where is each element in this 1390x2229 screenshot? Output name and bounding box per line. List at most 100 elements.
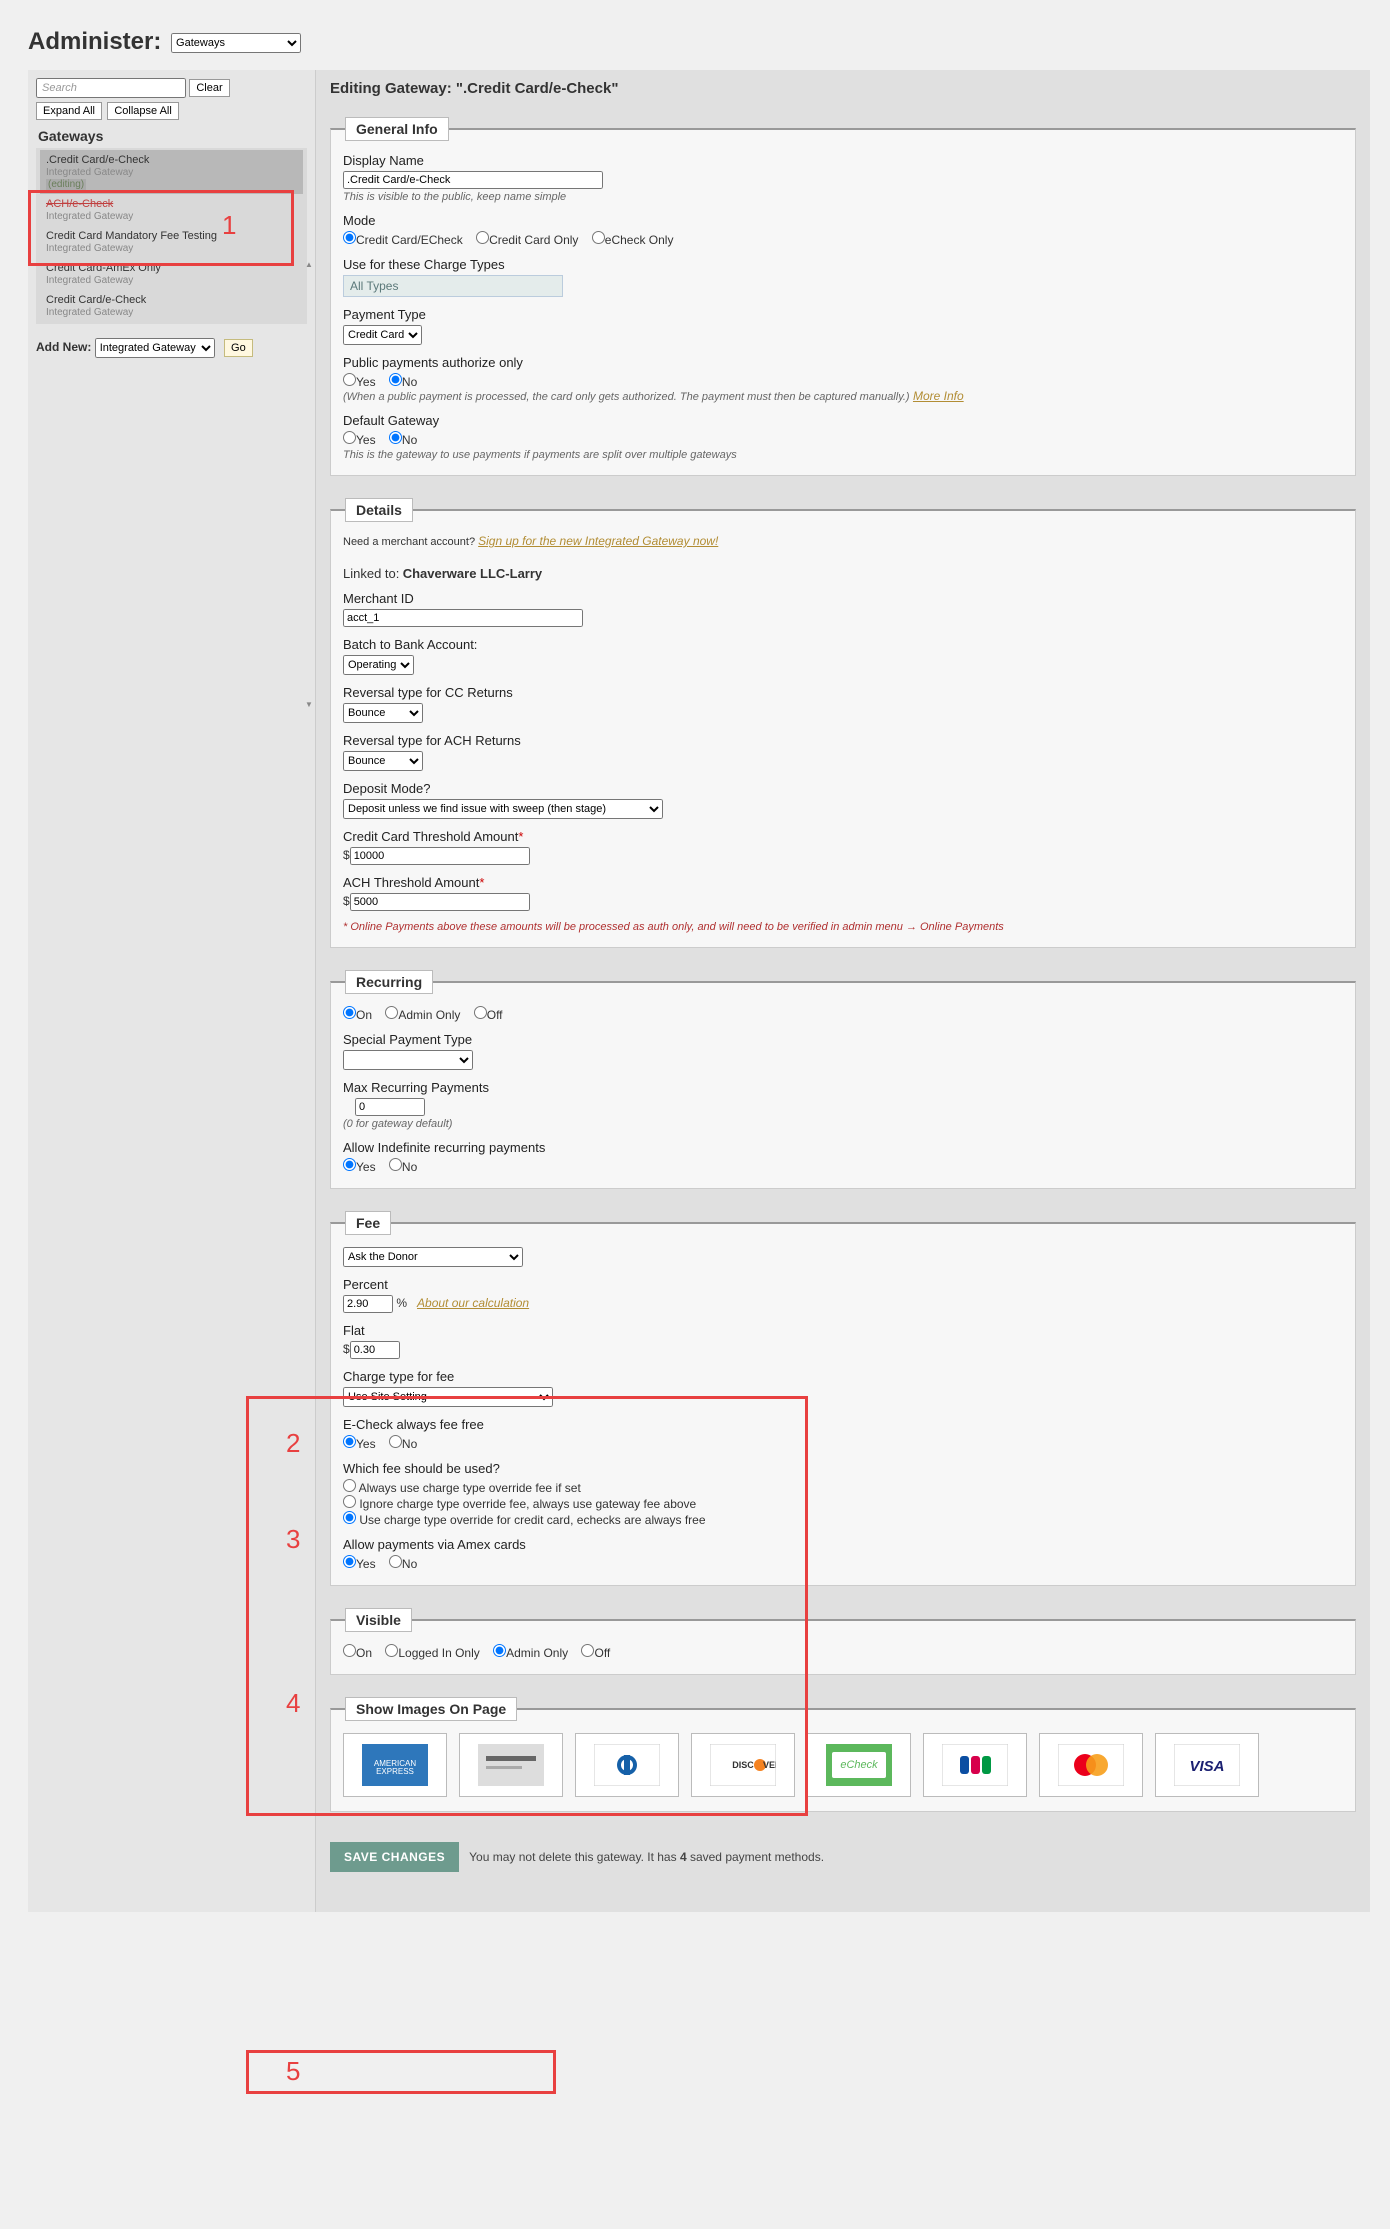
amex-no-radio[interactable]	[389, 1555, 402, 1568]
card-amex-icon[interactable]: AMERICANEXPRESS	[343, 1733, 447, 1797]
default-gateway-label: Default Gateway	[343, 413, 1343, 428]
indefinite-label: Allow Indefinite recurring payments	[343, 1140, 1343, 1155]
which-fee-o3-radio[interactable]	[343, 1511, 356, 1524]
reversal-cc-select[interactable]: Bounce	[343, 703, 423, 723]
visible-on-radio[interactable]	[343, 1644, 356, 1657]
display-name-label: Display Name	[343, 153, 1343, 168]
recurring-off-radio[interactable]	[474, 1006, 487, 1019]
payment-type-select[interactable]: Credit Card	[343, 325, 422, 345]
go-button[interactable]: Go	[224, 339, 253, 357]
card-diners-icon[interactable]	[575, 1733, 679, 1797]
echeck-free-yes-radio[interactable]	[343, 1435, 356, 1448]
fee-percent-input[interactable]	[343, 1295, 393, 1313]
merchant-need-text: Need a merchant account?	[343, 536, 478, 548]
reversal-ach-select[interactable]: Bounce	[343, 751, 423, 771]
indefinite-no-radio[interactable]	[389, 1158, 402, 1171]
sidebar-heading: Gateways	[38, 128, 307, 144]
amex-label: Allow payments via Amex cards	[343, 1537, 1343, 1552]
display-name-input[interactable]	[343, 171, 603, 189]
cc-threshold-input[interactable]	[350, 847, 530, 865]
admin-section-select[interactable]: Gateways	[171, 33, 301, 53]
visible-admin-radio[interactable]	[493, 1644, 506, 1657]
legend-images: Show Images On Page	[345, 1697, 517, 1721]
fieldset-general: General Info Display Name This is visibl…	[330, 117, 1356, 476]
addnew-select[interactable]: Integrated Gateway	[95, 338, 215, 358]
gateway-item[interactable]: Credit Card-AmEx Only Integrated Gateway	[40, 258, 303, 290]
svg-text:VER: VER	[763, 1760, 776, 1770]
deposit-mode-select[interactable]: Deposit unless we find issue with sweep …	[343, 799, 663, 819]
max-recurring-input[interactable]	[355, 1098, 425, 1116]
expand-all-button[interactable]: Expand All	[36, 102, 102, 120]
search-input[interactable]	[36, 78, 186, 98]
fee-charge-type-select[interactable]: Use Site Setting	[343, 1387, 553, 1407]
which-fee-o2-radio[interactable]	[343, 1495, 356, 1508]
addnew-label: Add New:	[36, 340, 91, 354]
gateway-item[interactable]: Credit Card Mandatory Fee Testing Integr…	[40, 226, 303, 258]
public-auth-label: Public payments authorize only	[343, 355, 1343, 370]
fieldset-recurring: Recurring On Admin Only Off Special Paym…	[330, 970, 1356, 1189]
which-fee-label: Which fee should be used?	[343, 1461, 1343, 1476]
collapse-all-button[interactable]: Collapse All	[107, 102, 178, 120]
which-fee-o1-radio[interactable]	[343, 1479, 356, 1492]
threshold-help: * Online Payments above these amounts wi…	[343, 921, 1343, 933]
gateway-item[interactable]: ACH/e-Check Integrated Gateway	[40, 194, 303, 226]
calc-link[interactable]: About our calculation	[417, 1296, 529, 1310]
batch-bank-select[interactable]: Operating	[343, 655, 414, 675]
gateway-item[interactable]: Credit Card/e-Check Integrated Gateway	[40, 290, 303, 322]
visible-logged-radio[interactable]	[385, 1644, 398, 1657]
special-payment-select[interactable]	[343, 1050, 473, 1070]
fee-flat-input[interactable]	[350, 1341, 400, 1359]
card-visa-icon[interactable]: VISA	[1155, 1733, 1259, 1797]
ach-threshold-label: ACH Threshold Amount	[343, 875, 479, 890]
linked-to-label: Linked to:	[343, 566, 399, 581]
max-recurring-label: Max Recurring Payments	[343, 1080, 1343, 1095]
card-discover-icon[interactable]: DISCVER	[691, 1733, 795, 1797]
echeck-free-no-radio[interactable]	[389, 1435, 402, 1448]
legend-general: General Info	[345, 117, 449, 141]
fieldset-images: Show Images On Page AMERICANEXPRESS DISC…	[330, 1697, 1356, 1812]
fieldset-fee: Fee Ask the Donor Percent % About our ca…	[330, 1211, 1356, 1586]
legend-visible: Visible	[345, 1608, 412, 1632]
public-auth-no-radio[interactable]	[389, 373, 402, 386]
max-recurring-help: (0 for gateway default)	[343, 1118, 452, 1130]
card-generic-icon[interactable]	[459, 1733, 563, 1797]
merchant-id-input[interactable]	[343, 609, 583, 627]
default-no-radio[interactable]	[389, 431, 402, 444]
merchant-id-label: Merchant ID	[343, 591, 1343, 606]
indefinite-yes-radio[interactable]	[343, 1158, 356, 1171]
public-auth-yes-radio[interactable]	[343, 373, 356, 386]
legend-fee: Fee	[345, 1211, 391, 1235]
mode-echeck-only-radio[interactable]	[592, 231, 605, 244]
default-yes-radio[interactable]	[343, 431, 356, 444]
mode-cc-echeck-radio[interactable]	[343, 231, 356, 244]
annotation-num-5: 5	[286, 2056, 300, 2087]
batch-bank-label: Batch to Bank Account:	[343, 637, 1343, 652]
card-jcb-icon[interactable]	[923, 1733, 1027, 1797]
merchant-signup-link[interactable]: Sign up for the new Integrated Gateway n…	[478, 534, 718, 548]
charge-types-multiselect[interactable]: All Types	[343, 275, 563, 297]
fee-mode-select[interactable]: Ask the Donor	[343, 1247, 523, 1267]
legend-details: Details	[345, 498, 413, 522]
save-changes-button[interactable]: SAVE CHANGES	[330, 1842, 459, 1872]
more-info-link[interactable]: More Info	[913, 389, 964, 403]
amex-yes-radio[interactable]	[343, 1555, 356, 1568]
recurring-admin-radio[interactable]	[385, 1006, 398, 1019]
mode-cc-only-radio[interactable]	[476, 231, 489, 244]
payment-type-label: Payment Type	[343, 307, 1343, 322]
sidebar-scrollbar[interactable]: ▲ ▼	[304, 260, 316, 1912]
recurring-on-radio[interactable]	[343, 1006, 356, 1019]
gateway-item[interactable]: .Credit Card/e-Check Integrated Gateway …	[40, 150, 303, 194]
card-mastercard-icon[interactable]	[1039, 1733, 1143, 1797]
annotation-box-5	[246, 2050, 556, 2094]
ach-threshold-input[interactable]	[350, 893, 530, 911]
clear-button[interactable]: Clear	[189, 79, 229, 97]
card-echeck-icon[interactable]: eCheck	[807, 1733, 911, 1797]
fieldset-visible: Visible On Logged In Only Admin Only Off	[330, 1608, 1356, 1675]
visible-off-radio[interactable]	[581, 1644, 594, 1657]
public-auth-help: (When a public payment is processed, the…	[343, 391, 910, 403]
deposit-mode-label: Deposit Mode?	[343, 781, 1343, 796]
svg-text:eCheck: eCheck	[840, 1759, 878, 1771]
mode-label: Mode	[343, 213, 1343, 228]
fee-percent-label: Percent	[343, 1277, 1343, 1292]
delete-note: You may not delete this gateway. It has …	[469, 1850, 824, 1864]
